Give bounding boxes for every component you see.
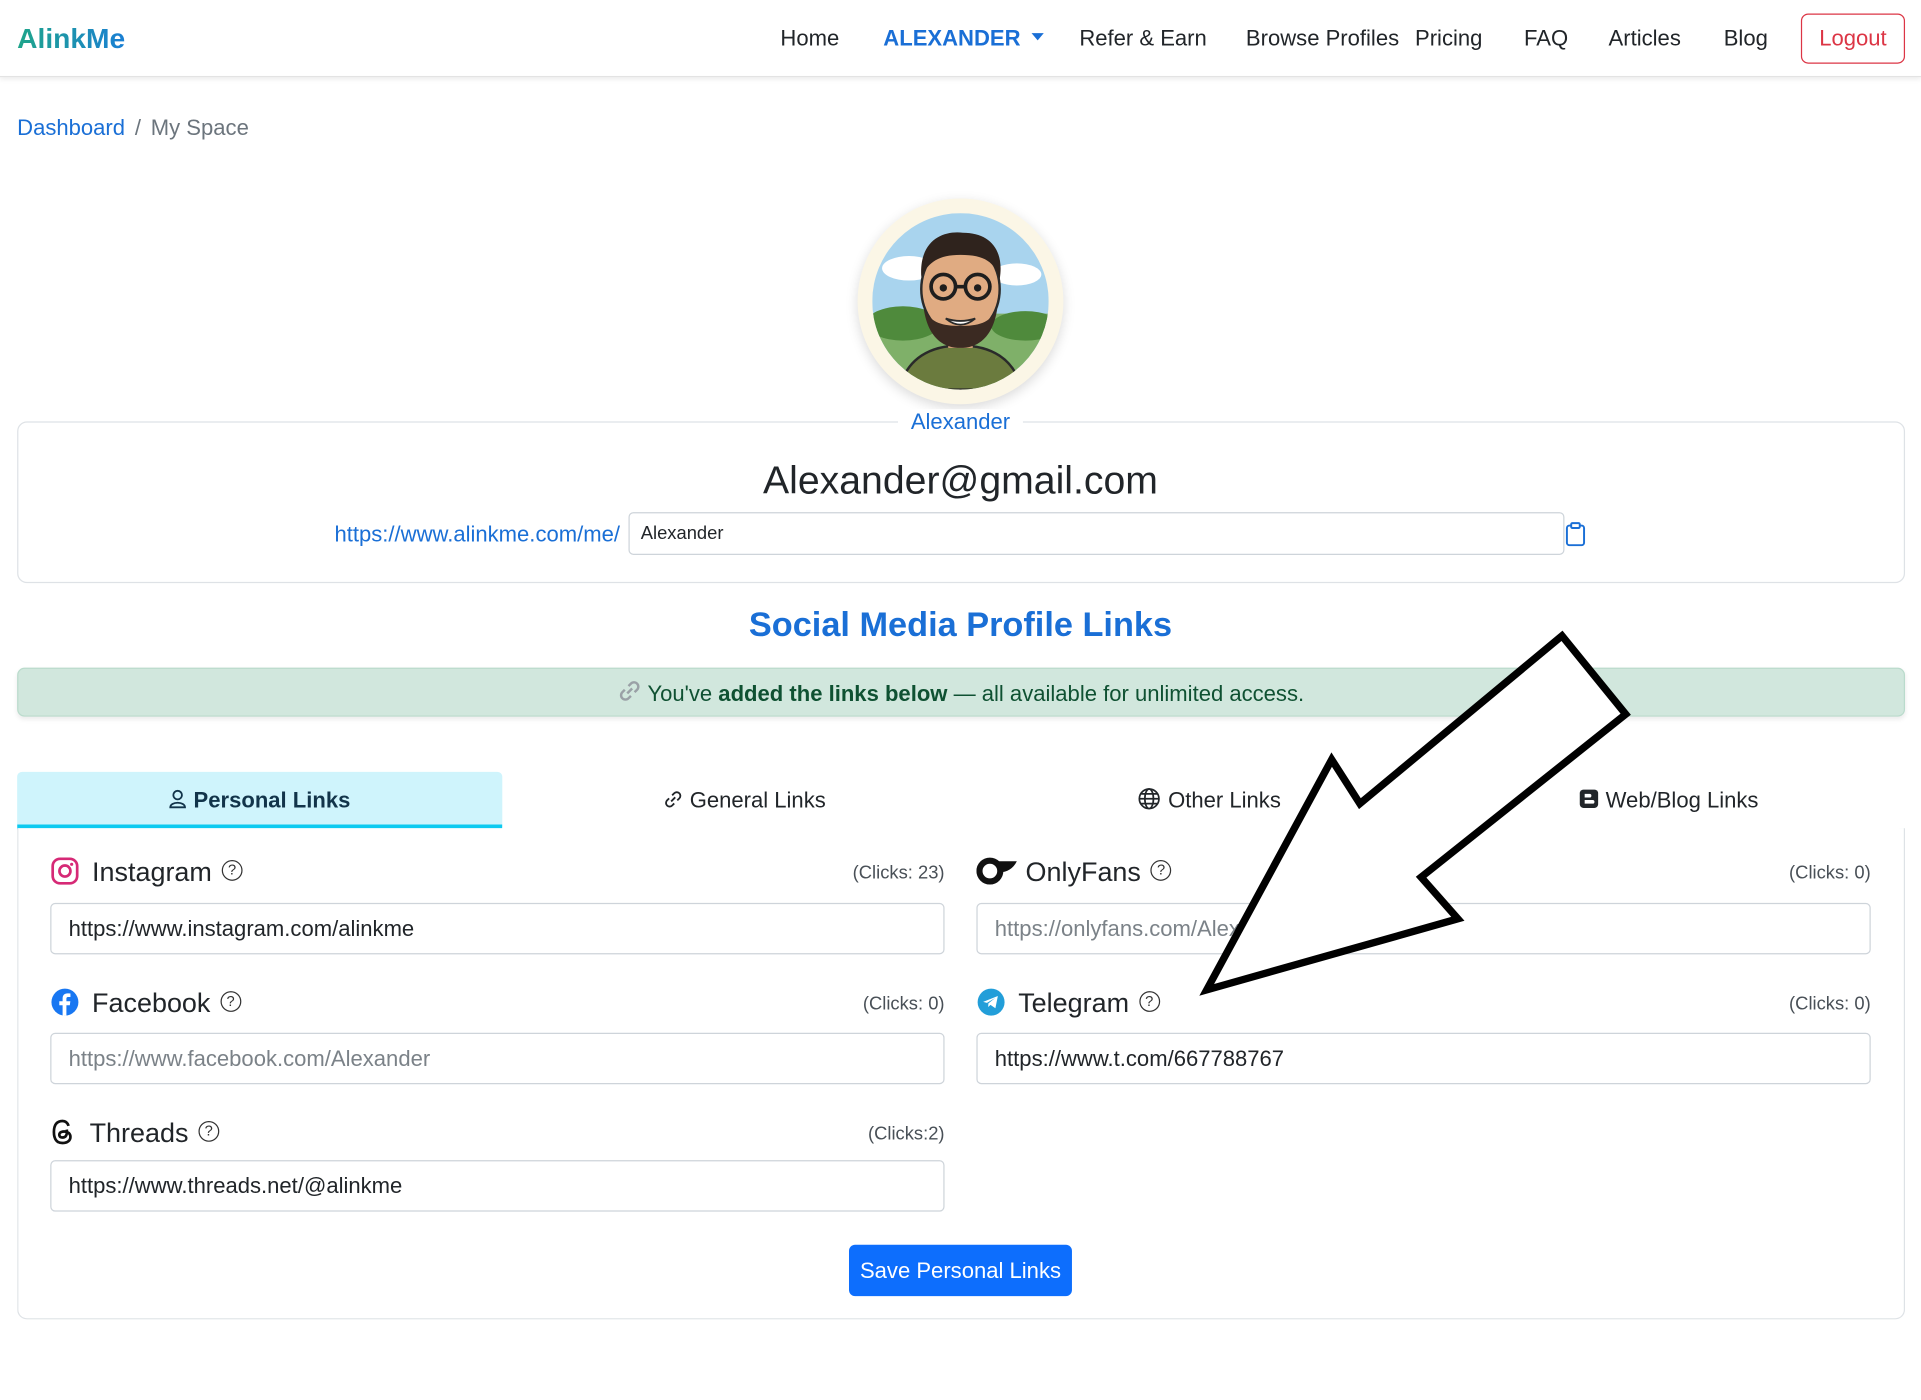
clipboard-icon[interactable]	[1564, 522, 1586, 553]
tab-label: Other Links	[1168, 787, 1281, 813]
threads-clicks: (Clicks:2)	[867, 1123, 945, 1145]
instagram-clicks: (Clicks: 23)	[852, 862, 945, 884]
tab-label: Web/Blog Links	[1605, 787, 1759, 813]
onlyfans-url-input[interactable]	[976, 902, 1871, 955]
nav-faq[interactable]: FAQ	[1524, 26, 1568, 52]
profile-username[interactable]: Alexander	[897, 409, 1023, 435]
breadcrumb-separator: /	[134, 115, 141, 140]
facebook-label: Facebook?	[50, 987, 242, 1019]
blogger-icon	[1579, 789, 1598, 809]
nav-user-dropdown[interactable]: ALEXANDER	[883, 26, 1044, 52]
breadcrumb: Dashboard / My Space	[17, 115, 249, 141]
help-icon[interactable]: ?	[221, 859, 243, 881]
help-icon[interactable]: ?	[1150, 859, 1172, 881]
save-personal-links-button[interactable]: Save Personal Links	[848, 1244, 1072, 1297]
tab-web-blog-links[interactable]: Web/Blog Links	[1432, 772, 1905, 830]
nav-user-label: ALEXANDER	[883, 25, 1021, 51]
onlyfans-label-text: OnlyFans	[1025, 856, 1141, 887]
telegram-url-input[interactable]	[976, 1032, 1871, 1085]
facebook-label-text: Facebook	[92, 987, 211, 1019]
nav-blog[interactable]: Blog	[1724, 26, 1768, 52]
onlyfans-clicks: (Clicks: 0)	[1789, 862, 1871, 884]
threads-icon	[52, 1119, 72, 1145]
globe-icon	[1139, 788, 1161, 810]
nav-home[interactable]: Home	[780, 26, 839, 52]
avatar[interactable]	[857, 198, 1064, 405]
breadcrumb-current: My Space	[150, 115, 249, 140]
facebook-url-input[interactable]	[50, 1032, 945, 1085]
telegram-clicks: (Clicks: 0)	[1789, 993, 1871, 1015]
avatar-illustration	[872, 213, 1049, 390]
link-icon	[618, 670, 640, 719]
instagram-icon	[51, 857, 79, 885]
telegram-label: Telegram?	[976, 987, 1160, 1019]
profile-url-slug-input[interactable]	[628, 512, 1565, 555]
help-icon[interactable]: ?	[1138, 990, 1160, 1012]
facebook-clicks: (Clicks: 0)	[862, 993, 945, 1015]
instagram-url-input[interactable]	[50, 902, 945, 955]
onlyfans-icon	[976, 857, 1017, 885]
telegram-icon	[977, 988, 1005, 1016]
facebook-icon	[51, 988, 79, 1016]
link-tabs: Personal Links General Links Other Links…	[17, 771, 1905, 830]
nav-browse-profiles[interactable]: Browse Profiles	[1246, 26, 1399, 52]
section-title: Social Media Profile Links	[748, 605, 1173, 644]
nav-refer-earn[interactable]: Refer & Earn	[1079, 26, 1206, 52]
brand-logo[interactable]: AlinkMe	[17, 22, 125, 55]
alert-text-bold: added the links below	[718, 681, 948, 706]
instagram-label-text: Instagram	[92, 856, 212, 887]
profile-email: Alexander@gmail.com	[762, 458, 1158, 503]
nav-pricing[interactable]: Pricing	[1415, 26, 1482, 52]
alert-text-end: — all available for unlimited access.	[947, 681, 1305, 706]
instagram-label: Instagram?	[50, 856, 243, 888]
alert-text-start: You've	[647, 681, 719, 706]
threads-url-input[interactable]	[50, 1160, 945, 1212]
top-navbar: AlinkMe Home ALEXANDER Refer & Earn Brow…	[0, 0, 1921, 78]
success-alert: You've added the links below — all avail…	[17, 667, 1906, 719]
tab-general-links[interactable]: General Links	[502, 772, 987, 830]
tab-label: General Links	[689, 787, 826, 813]
tab-other-links[interactable]: Other Links	[987, 772, 1432, 830]
caret-down-icon	[1031, 33, 1044, 41]
breadcrumb-dashboard[interactable]: Dashboard	[17, 115, 125, 140]
logout-button[interactable]: Logout	[1800, 13, 1906, 64]
profile-url-prefix: https://www.alinkme.com/me/	[334, 521, 620, 547]
telegram-label-text: Telegram	[1018, 987, 1130, 1019]
person-icon	[169, 790, 186, 809]
nav-articles[interactable]: Articles	[1609, 26, 1681, 52]
onlyfans-label: OnlyFans?	[976, 856, 1172, 888]
threads-label: Threads?	[50, 1117, 220, 1149]
help-icon[interactable]: ?	[220, 990, 242, 1012]
help-icon[interactable]: ?	[198, 1120, 220, 1142]
tab-label: Personal Links	[193, 787, 351, 813]
tab-personal-links[interactable]: Personal Links	[17, 771, 503, 830]
threads-label-text: Threads	[89, 1117, 189, 1148]
link-icon	[665, 790, 682, 808]
